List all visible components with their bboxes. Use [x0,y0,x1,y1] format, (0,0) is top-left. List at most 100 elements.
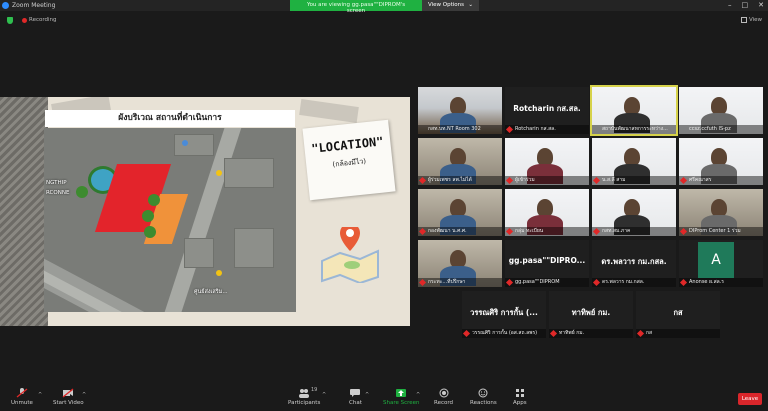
participant-tile[interactable]: กส กส [636,291,720,338]
participant-tile[interactable]: ศรีคณาสร [679,138,763,185]
avatar: A [698,242,734,278]
meeting-toolbar: Unmute ^ Start Video ^ Participants 19 ^… [0,386,768,411]
close-icon[interactable]: ✕ [758,1,764,9]
recording-dot-icon [22,17,27,23]
participant-tile[interactable]: DIProm Center 1 ร่วม [679,189,763,236]
reactions-button[interactable]: Reactions [470,388,497,406]
participant-name-display: ทาทิพย์ กม. [571,308,611,317]
recording-indicator[interactable]: Recording [22,17,57,23]
minimize-icon[interactable]: – [728,1,732,9]
share-screen-icon [396,389,407,397]
start-video-label: Start Video [53,400,84,406]
unmute-label: Unmute [11,400,33,406]
security-shield-icon[interactable] [7,17,13,24]
video-off-icon [62,388,74,398]
participant-tile[interactable]: กระทะ...ที่ปรึกษา [418,240,502,287]
participant-name-display: ดร.พลวาร กม.กสล. [601,257,667,266]
apps-label: Apps [513,400,527,406]
participant-tile[interactable]: กสท.บท.NT Room 302 [418,87,502,134]
participant-name-label: DIProm Center 1 ร่วม [679,227,763,236]
view-label: View [748,17,762,23]
participant-name-display: Rotcharin กส.สล. [513,104,581,113]
participant-tile[interactable]: ผู้เข้าร่วม [505,138,589,185]
view-options-label: View Options [428,2,465,8]
participant-name-label: น.ส.ลี สาม [592,176,676,185]
participant-tile[interactable]: ทาทิพย์ กม. ทาทิพย์ กม. [549,291,633,338]
participant-tile[interactable]: กสท.สม.ภาค [592,189,676,236]
chevron-up-icon[interactable]: ^ [38,392,42,398]
participant-tile[interactable]: A Anonse ผ.สล.ร [679,240,763,287]
participant-name-label: กลุ่ม ทะเบียน [505,227,589,236]
chevron-down-icon: ⌄ [468,2,473,8]
participant-name-display: กส [673,308,683,317]
participant-name-label: กสท.บท.NT Room 302 [418,125,502,134]
participant-name-label: ccsz.ccfuth IS-pz [679,125,763,134]
view-options-button[interactable]: View Options ⌄ [422,0,479,11]
leave-button[interactable]: Leave [738,393,762,405]
share-screen-label: Share Screen [383,400,420,406]
chevron-up-icon[interactable]: ^ [82,392,86,398]
participant-name-label: กส [636,329,720,338]
participant-tile[interactable]: กองพัฒนา น.ศ.ศ. [418,189,502,236]
participants-label: Participants [288,400,321,406]
shared-screen-content: ผังบริเวณ สถานที่ดำเนินการ NGTHIP RCONNE… [0,97,410,326]
location-heading: "LOCATION" [310,134,385,156]
slide-texture-background [0,97,48,326]
slide-title: ผังบริเวณ สถานที่ดำเนินการ [45,110,295,127]
participant-name-label: Anonse ผ.สล.ร [679,278,763,287]
reactions-icon [478,388,488,398]
participant-tile[interactable]: กลุ่ม ทะเบียน [505,189,589,236]
share-screen-button[interactable]: Share Screen [383,388,420,406]
participant-name-label: สถาบันพัฒนาสหการระหว่าง... [592,125,676,134]
reactions-label: Reactions [470,400,497,406]
participant-tile[interactable]: gg.pasa""DIPRO... gg.pasa""DIPROM [505,240,589,287]
map-building [234,228,274,268]
chevron-up-icon[interactable]: ^ [416,392,420,398]
participant-name-label: ผู้ร่วมเพชร ลพ.ไม่ได้ [418,176,502,185]
participant-tile[interactable]: Rotcharin กส.สล. Rotcharin กส.สล. [505,87,589,134]
map-label: RCONNE [46,190,70,196]
chat-label: Chat [349,400,362,406]
participant-tile[interactable]: ผู้ร่วมเพชร ลพ.ไม่ได้ [418,138,502,185]
maximize-icon[interactable]: □ [742,1,749,9]
apps-button[interactable]: Apps [513,388,527,406]
location-map-pin-icon [321,227,379,283]
map-label: ศูนย์ส่งเสริม... [194,289,228,295]
chevron-up-icon[interactable]: ^ [365,392,369,398]
participant-tile[interactable]: สถาบันพัฒนาสหการระหว่าง... [590,85,678,136]
participant-name-label: ดร.พลวาร กม.กสล. [592,278,676,287]
record-icon [439,388,448,398]
apps-icon [515,389,524,397]
participant-name-label: ผู้เข้าร่วม [505,176,589,185]
view-grid-icon [740,17,747,23]
participant-name-label: กระทะ...ที่ปรึกษา [418,278,502,287]
record-label: Record [434,400,454,406]
participant-tile[interactable]: วรรณศิริ การกั้น (... วรรณศิริ การกั้น (อ… [462,291,546,338]
map-label: NGTHIP [46,180,67,186]
tape-decoration [299,99,359,123]
share-banner-message: You are viewing gg.pasa""DIPROM's screen [290,0,422,14]
map-building [174,134,214,156]
record-button[interactable]: Record [434,388,453,406]
screen-share-banner: You are viewing gg.pasa""DIPROM's screen… [290,0,479,14]
view-button[interactable]: View [740,17,762,23]
map-trees [76,186,88,198]
zoom-app-icon [2,2,9,9]
chat-button[interactable]: Chat [349,388,362,406]
participant-tile[interactable]: ดร.พลวาร กม.กสล. ดร.พลวาร กม.กสล. [592,240,676,287]
participant-tile[interactable]: ccsz.ccfuth IS-pz [679,87,763,134]
map-trees [148,194,160,206]
unmute-button[interactable]: Unmute [11,388,33,406]
recording-label: Recording [29,17,57,23]
meeting-status-bar: Recording View [0,14,768,26]
microphone-muted-icon [16,388,28,398]
participant-tile[interactable]: น.ส.ลี สาม [592,138,676,185]
start-video-button[interactable]: Start Video [53,388,84,406]
participant-name-label: กสท.สม.ภาค [592,227,676,236]
participant-name-label: Rotcharin กส.สล. [505,125,589,134]
map-pin [216,170,222,176]
participant-name-label: กองพัฒนา น.ศ.ศ. [418,227,502,236]
chevron-up-icon[interactable]: ^ [322,392,326,398]
participant-name-label: ทาทิพย์ กม. [549,329,633,338]
participant-name-label: วรรณศิริ การกั้น (อส.สถ.ลพร) [462,329,546,338]
